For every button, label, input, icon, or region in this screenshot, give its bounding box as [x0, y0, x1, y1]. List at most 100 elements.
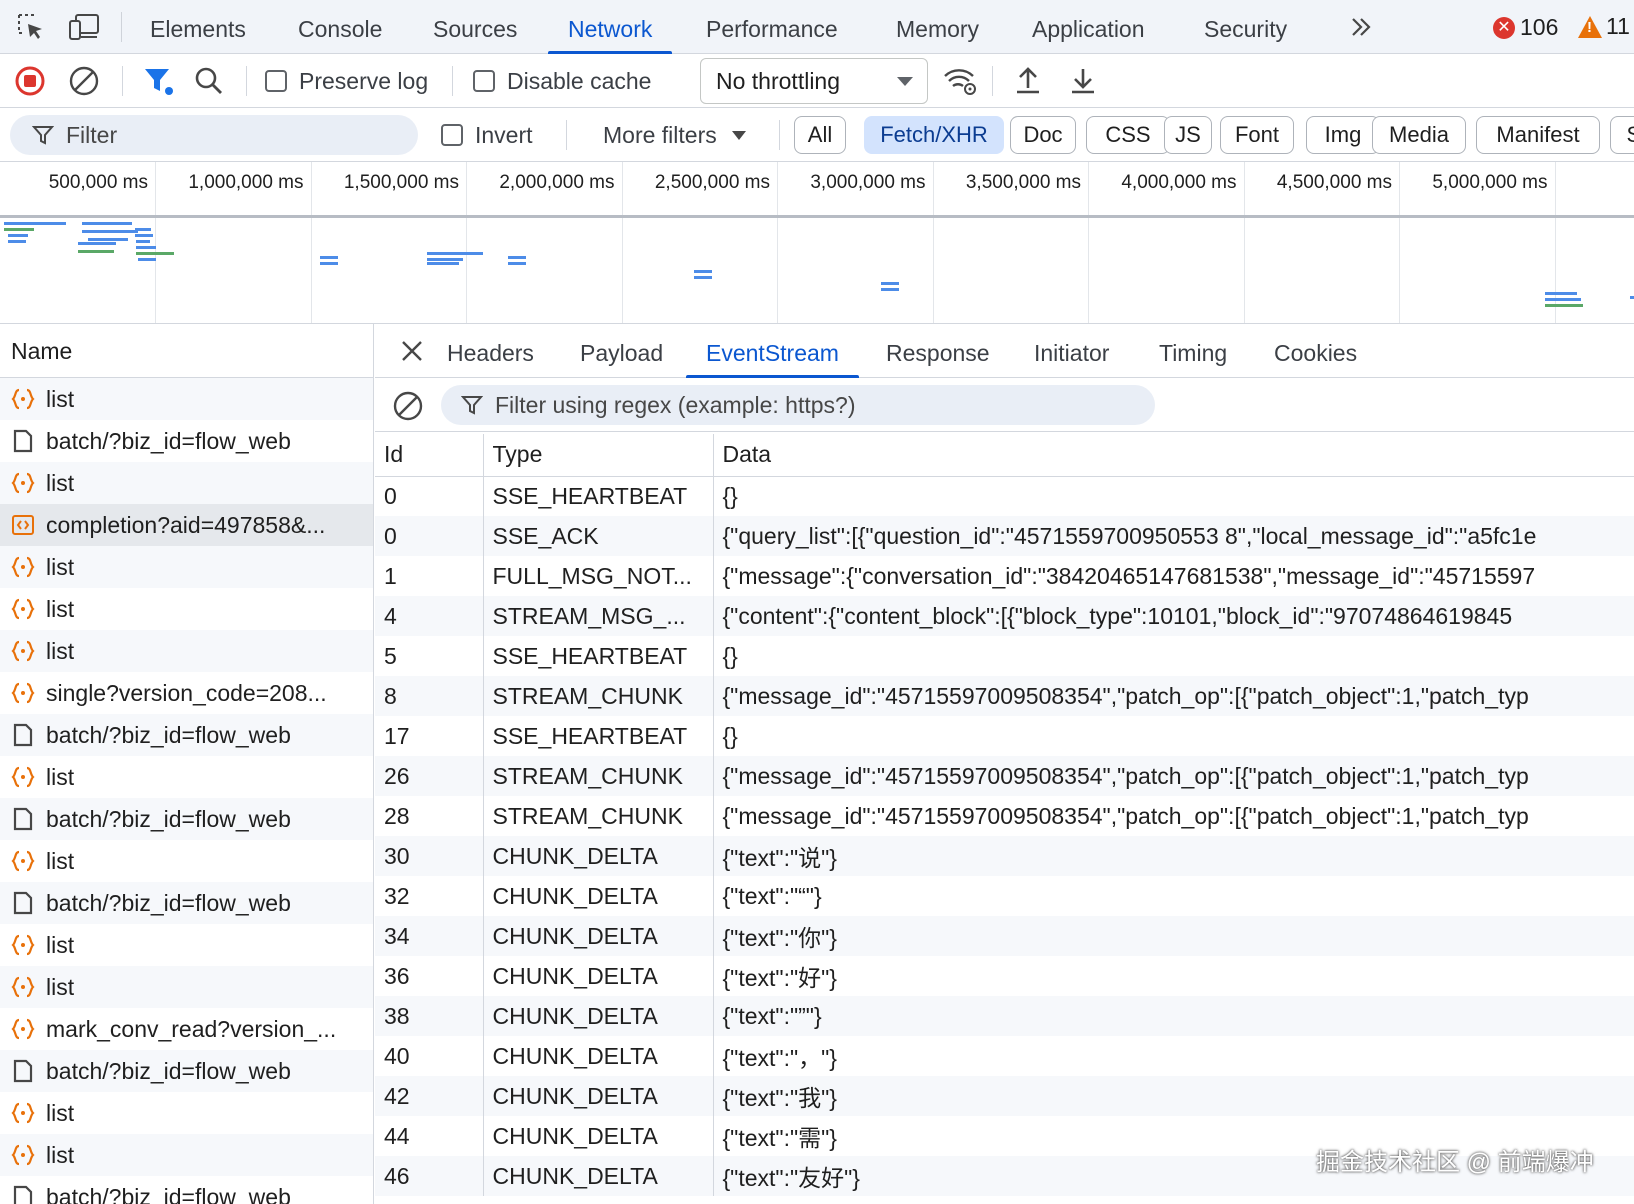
event-row[interactable]: 42 CHUNK_DELTA {"text":"我"} [375, 1076, 1634, 1116]
stop-recording-button[interactable] [14, 54, 46, 108]
request-row[interactable]: list [0, 924, 373, 966]
filter-chip-manifest[interactable]: Manifest [1476, 116, 1600, 154]
filter-chip-all[interactable]: All [794, 116, 846, 154]
filter-chip-doc[interactable]: Doc [1010, 116, 1076, 154]
throttling-select[interactable]: No throttling [700, 58, 928, 104]
clear-log-button[interactable] [68, 54, 100, 108]
tab-network[interactable]: Network [547, 0, 673, 54]
tab-elements[interactable]: Elements [150, 0, 246, 54]
request-row[interactable]: list [0, 630, 373, 672]
error-count-badge[interactable]: ✕ 106 [1493, 14, 1558, 41]
checkbox-box[interactable] [265, 70, 287, 92]
detail-tab-response[interactable]: Response [886, 324, 990, 378]
event-row[interactable]: 26 STREAM_CHUNK {"message_id":"45715597009… [375, 756, 1634, 796]
column-header-type[interactable]: Type [483, 434, 714, 477]
filter-chip-font[interactable]: Font [1220, 116, 1294, 154]
event-row[interactable]: 4 STREAM_MSG_... {"content":{"content_bloc… [375, 596, 1634, 636]
detail-tab-cookies[interactable]: Cookies [1274, 324, 1357, 378]
request-row[interactable]: list [0, 462, 373, 504]
tab-sources[interactable]: Sources [433, 0, 517, 54]
disable-cache-checkbox[interactable]: Disable cache [473, 54, 651, 108]
detail-tab-eventstream[interactable]: EventStream [686, 324, 859, 378]
event-row[interactable]: 1 FULL_MSG_NOT... {"message":{"conversatio… [375, 556, 1634, 596]
close-detail-icon[interactable] [399, 338, 425, 364]
event-row[interactable]: 28 STREAM_CHUNK {"message_id":"45715597009… [375, 796, 1634, 836]
request-row[interactable]: batch/?biz_id=flow_web [0, 882, 373, 924]
export-har-button[interactable] [1069, 54, 1097, 108]
request-row[interactable]: list [0, 588, 373, 630]
checkbox-box[interactable] [441, 124, 463, 146]
event-row[interactable]: 30 CHUNK_DELTA {"text":"说"} [375, 836, 1634, 876]
import-har-button[interactable] [1014, 54, 1042, 108]
filter-icon [32, 126, 54, 145]
request-row[interactable]: completion?aid=497858&... [0, 504, 373, 546]
detail-tab-headers[interactable]: Headers [447, 324, 534, 378]
event-row[interactable]: 0 SSE_ACK {"query_list":[{"question_id":"4… [375, 516, 1634, 556]
request-row[interactable]: list [0, 756, 373, 798]
request-row[interactable]: list [0, 840, 373, 882]
eventstream-table: Id Type Data 0 SSE_HEARTBEAT{} 0 SSE_ACK {"que… [375, 434, 1634, 1196]
column-header-data[interactable]: Data [713, 434, 1634, 477]
tab-memory[interactable]: Memory [896, 0, 979, 54]
detail-tab-timing[interactable]: Timing [1159, 324, 1227, 378]
event-row[interactable]: 17 SSE_HEARTBEAT{} [375, 716, 1634, 756]
filter-toggle-button[interactable] [142, 54, 176, 108]
request-row[interactable]: batch/?biz_id=flow_web [0, 420, 373, 462]
request-row[interactable]: list [0, 546, 373, 588]
request-row[interactable]: batch/?biz_id=flow_web [0, 714, 373, 756]
network-conditions-button[interactable] [942, 54, 978, 108]
event-id: 28 [375, 796, 484, 836]
detail-tab-payload[interactable]: Payload [580, 324, 663, 378]
document-request-icon [11, 429, 35, 453]
timeline-tick-label: 4,000,000 ms [1121, 172, 1237, 193]
filter-chip-js[interactable]: JS [1164, 116, 1212, 154]
event-row[interactable]: 32 CHUNK_DELTA {"text":"“"} [375, 876, 1634, 916]
request-row[interactable]: batch/?biz_id=flow_web [0, 1176, 373, 1204]
column-header-id[interactable]: Id [375, 434, 484, 477]
request-row[interactable]: batch/?biz_id=flow_web [0, 1050, 373, 1092]
more-filters-dropdown[interactable]: More filters [603, 108, 749, 162]
tab-console[interactable]: Console [298, 0, 382, 54]
event-row[interactable]: 34 CHUNK_DELTA {"text":"你"} [375, 916, 1634, 956]
filter-input[interactable]: Filter [10, 115, 418, 155]
request-row[interactable]: list [0, 378, 373, 420]
event-row[interactable]: 36 CHUNK_DELTA {"text":"好"} [375, 956, 1634, 996]
event-type: CHUNK_DELTA [483, 836, 714, 876]
warning-count-badge[interactable]: ! 11 [1578, 13, 1630, 40]
event-row[interactable]: 8 STREAM_CHUNK {"message_id":"457155970095… [375, 676, 1634, 716]
event-id: 34 [375, 916, 484, 956]
timeline-overview[interactable]: 500,000 ms 1,000,000 ms 1,500,000 ms 2,000,… [0, 162, 1634, 324]
inspect-element-icon[interactable] [13, 10, 49, 44]
tab-application[interactable]: Application [1032, 0, 1145, 54]
detail-tab-initiator[interactable]: Initiator [1034, 324, 1109, 378]
name-column-header[interactable]: Name [0, 324, 373, 378]
event-row[interactable]: 40 CHUNK_DELTA {"text":"，"} [375, 1036, 1634, 1076]
preserve-log-checkbox[interactable]: Preserve log [265, 54, 428, 108]
more-tabs-chevron-icon[interactable] [1348, 14, 1374, 47]
event-type: CHUNK_DELTA [483, 1116, 714, 1156]
event-row[interactable]: 0 SSE_HEARTBEAT{} [375, 476, 1634, 516]
checkbox-box[interactable] [473, 70, 495, 92]
request-row[interactable]: mark_conv_read?version_... [0, 1008, 373, 1050]
filter-icon [461, 396, 483, 415]
filter-chip-css[interactable]: CSS [1086, 116, 1170, 154]
request-row[interactable]: list [0, 966, 373, 1008]
request-row[interactable]: batch/?biz_id=flow_web [0, 798, 373, 840]
clear-events-icon[interactable] [392, 390, 424, 427]
waterfall-bar [138, 258, 156, 261]
filter-chip-fetchxhr[interactable]: Fetch/XHR [864, 116, 1004, 154]
event-row[interactable]: 5 SSE_HEARTBEAT{} [375, 636, 1634, 676]
tab-security[interactable]: Security [1204, 0, 1287, 54]
request-row[interactable]: list [0, 1092, 373, 1134]
filter-chip-img[interactable]: Img [1306, 116, 1380, 154]
search-button[interactable] [194, 54, 224, 108]
eventstream-regex-filter-input[interactable]: Filter using regex (example: https?) [441, 385, 1155, 425]
filter-chip-media[interactable]: Media [1372, 116, 1466, 154]
tab-performance[interactable]: Performance [706, 0, 838, 54]
request-row[interactable]: list [0, 1134, 373, 1176]
event-row[interactable]: 38 CHUNK_DELTA {"text":"”"} [375, 996, 1634, 1036]
device-toolbar-icon[interactable] [66, 10, 102, 44]
request-row[interactable]: single?version_code=208... [0, 672, 373, 714]
filter-chip-so[interactable]: So [1610, 116, 1634, 154]
invert-checkbox[interactable]: Invert [441, 108, 533, 162]
